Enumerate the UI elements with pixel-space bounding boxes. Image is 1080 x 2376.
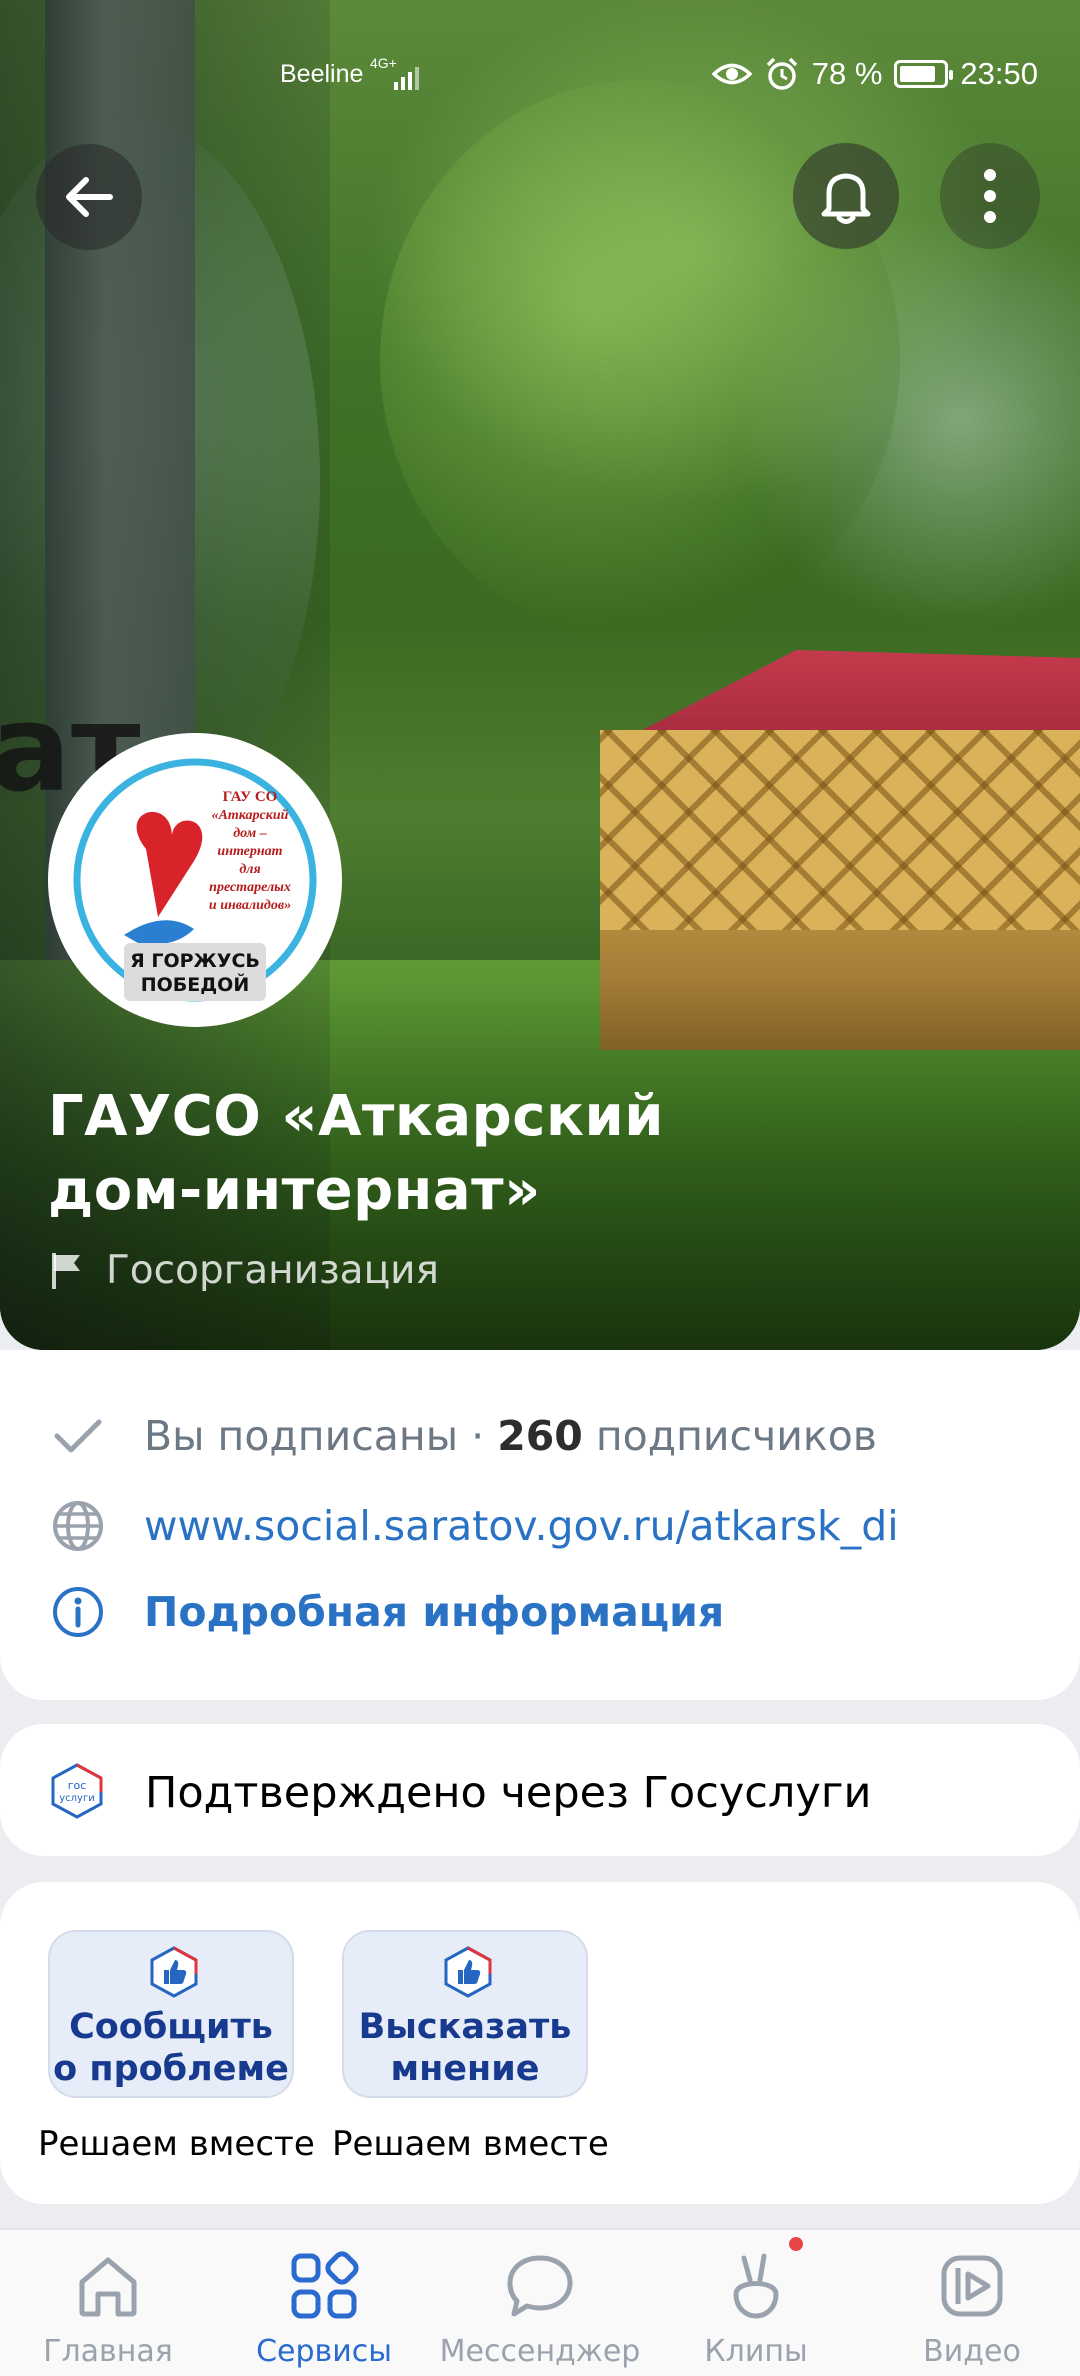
more-vertical-icon bbox=[984, 169, 996, 223]
video-icon bbox=[941, 2255, 1003, 2317]
logo-text: ГАУ СО bbox=[223, 789, 278, 805]
globe-icon bbox=[50, 1498, 106, 1554]
details-label: Подробная информация bbox=[144, 1588, 725, 1636]
services-icon bbox=[291, 2251, 359, 2319]
org-type-label: Госорганизация bbox=[106, 1248, 439, 1293]
notification-badge bbox=[786, 2234, 806, 2254]
subscribed-label: Вы подписаны · bbox=[144, 1412, 485, 1460]
action-label-line: о проблеме bbox=[53, 2049, 289, 2089]
details-link[interactable]: Подробная информация bbox=[50, 1584, 724, 1640]
nav-label: Главная bbox=[43, 2334, 173, 2369]
action-label-line: Высказать bbox=[358, 2007, 572, 2047]
nav-label: Мессенджер bbox=[439, 2334, 641, 2369]
nav-item-video[interactable]: Видео bbox=[864, 2230, 1080, 2376]
nav-label: Сервисы bbox=[256, 2334, 392, 2369]
back-button[interactable] bbox=[36, 144, 142, 250]
nav-item-messenger[interactable]: Мессенджер bbox=[432, 2230, 648, 2376]
logo-image: ГАУ СО «Аткарский дом – интернат для пре… bbox=[73, 758, 317, 1002]
website-url: www.social.saratov.gov.ru/atkarsk_di bbox=[144, 1502, 899, 1550]
logo-text: престарелых bbox=[209, 880, 291, 895]
gosuslugi-verification[interactable]: гос услуги Подтверждено через Госуслуги bbox=[0, 1724, 1080, 1856]
action-caption: Решаем вместе bbox=[38, 2124, 315, 2164]
report-problem-button[interactable]: Сообщить о проблеме bbox=[48, 1930, 294, 2098]
subscribers-label: подписчиков bbox=[595, 1412, 877, 1460]
bottom-navigation: Главная Сервисы Мессенджер Клипы Видео bbox=[0, 2228, 1080, 2376]
nav-item-home[interactable]: Главная bbox=[0, 2230, 216, 2376]
gosuslugi-icon-text: услуги bbox=[59, 1793, 94, 1804]
action-caption: Решаем вместе bbox=[332, 2124, 609, 2164]
page-title-line: дом-интернат» bbox=[48, 1158, 541, 1223]
action-label-line: мнение bbox=[390, 2049, 540, 2089]
logo-text: для bbox=[239, 862, 260, 877]
clips-icon bbox=[733, 2253, 779, 2319]
logo-banner-text: ПОБЕДОЙ bbox=[141, 973, 250, 996]
actions-card: Сообщить о проблеме Высказать мнение Реш… bbox=[0, 1882, 1080, 2204]
logo-banner-text: Я ГОРЖУСЬ bbox=[130, 950, 260, 972]
action-label-line: Сообщить bbox=[69, 2007, 273, 2047]
report-problem-label: Сообщить о проблеме bbox=[50, 2006, 292, 2090]
page-title: ГАУСО «Аткарский дом-интернат» bbox=[48, 1080, 948, 1228]
logo-text: и инвалидов» bbox=[209, 898, 291, 913]
nav-label: Видео bbox=[923, 2334, 1021, 2369]
cover-gazebo-roof bbox=[623, 650, 1080, 740]
carrier-name: Beeline bbox=[280, 60, 364, 88]
check-icon bbox=[50, 1408, 106, 1464]
arrow-left-icon bbox=[66, 177, 113, 217]
bell-icon bbox=[821, 173, 871, 224]
nav-item-clips[interactable]: Клипы bbox=[648, 2230, 864, 2376]
community-avatar[interactable]: ГАУ СО «Аткарский дом – интернат для пре… bbox=[48, 733, 342, 1027]
battery-icon bbox=[894, 60, 954, 88]
logo-text: «Аткарский bbox=[212, 808, 289, 823]
subscribers-count: 260 bbox=[497, 1412, 583, 1460]
gosuslugi-icon-text: гос bbox=[68, 1779, 87, 1792]
share-opinion-button[interactable]: Высказать мнение bbox=[342, 1930, 588, 2098]
alarm-icon bbox=[766, 57, 797, 90]
gosuslugi-thumb-icon bbox=[444, 1946, 492, 1998]
info-icon bbox=[50, 1584, 106, 1640]
flag-icon bbox=[52, 1252, 80, 1289]
nav-label: Клипы bbox=[704, 2334, 808, 2369]
eye-icon bbox=[711, 63, 752, 85]
messenger-icon bbox=[507, 2255, 573, 2317]
website-link[interactable]: www.social.saratov.gov.ru/atkarsk_di bbox=[50, 1498, 899, 1554]
home-icon bbox=[79, 2257, 137, 2317]
notifications-button[interactable] bbox=[793, 143, 899, 249]
more-button[interactable] bbox=[940, 143, 1040, 249]
subscription-status[interactable]: Вы подписаны · 260 подписчиков bbox=[50, 1408, 877, 1464]
share-opinion-label: Высказать мнение bbox=[344, 2006, 586, 2090]
page-title-line: ГАУСО «Аткарский bbox=[48, 1084, 664, 1149]
status-right: 78 % 23:50 bbox=[711, 56, 1038, 92]
clock: 23:50 bbox=[960, 56, 1038, 91]
gosuslugi-text: Подтверждено через Госуслуги bbox=[145, 1768, 872, 1818]
org-type: Госорганизация bbox=[50, 1248, 439, 1293]
logo-text: дом – bbox=[233, 826, 267, 841]
gosuslugi-icon: гос услуги bbox=[51, 1763, 103, 1819]
status-bar: Beeline 4G+ 78 % 23:50 bbox=[0, 52, 1080, 102]
signal-icon bbox=[394, 67, 419, 90]
battery-percent: 78 % bbox=[811, 56, 883, 91]
logo-text: интернат bbox=[217, 844, 282, 859]
gosuslugi-thumb-icon bbox=[150, 1946, 198, 1998]
nav-item-services[interactable]: Сервисы bbox=[216, 2230, 432, 2376]
